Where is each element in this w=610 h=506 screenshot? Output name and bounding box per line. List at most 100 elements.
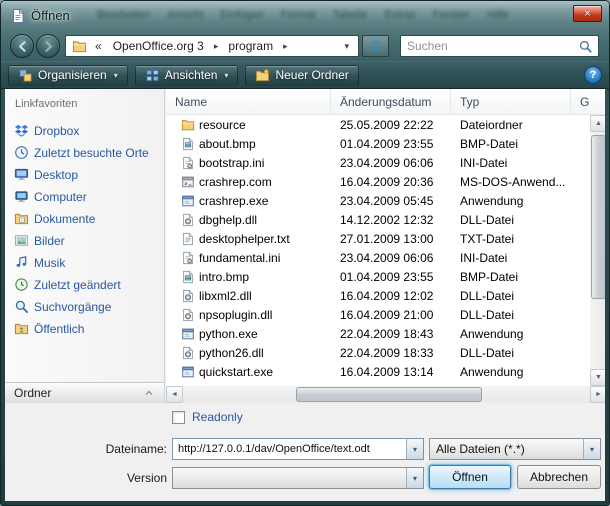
file-list: Name Änderungsdatum Typ G resource25.05.… — [166, 89, 607, 403]
horizontal-scroll-thumb[interactable] — [296, 387, 482, 402]
file-row-libxml2-dll[interactable]: libxml2.dll16.04.2009 12:02DLL-Datei — [166, 286, 590, 305]
file-row-resource[interactable]: resource25.05.2009 22:22Dateiordner — [166, 115, 590, 134]
breadcrumb-overflow-chevron[interactable]: « — [90, 39, 107, 53]
file-date: 01.04.2009 23:55 — [331, 270, 451, 284]
file-name-cell: bootstrap.ini — [166, 156, 331, 170]
sidebar-item-oeffentlich[interactable]: Öffentlich — [5, 318, 164, 340]
file-icon-com — [181, 175, 195, 189]
documents-icon — [14, 211, 29, 226]
sidebar-item-label: Zuletzt geändert — [34, 278, 121, 292]
breadcrumb-separator-icon[interactable]: ▸ — [210, 41, 223, 52]
computer-icon — [14, 189, 29, 204]
version-dropdown-icon[interactable]: ▾ — [406, 468, 423, 488]
file-row-fundamental-ini[interactable]: fundamental.ini 23.04.2009 06:06INI-Datei — [166, 248, 590, 267]
sidebar-item-bilder[interactable]: Bilder — [5, 230, 164, 252]
chevron-down-icon: ▾ — [224, 71, 228, 80]
back-button[interactable] — [10, 34, 34, 58]
close-icon: × — [584, 8, 590, 20]
file-type: Dateiordner — [451, 118, 571, 132]
file-date: 16.04.2009 13:14 — [331, 365, 451, 379]
breadcrumb-items: OpenOffice.org 3▸program▸ — [107, 39, 292, 53]
sidebar-item-desktop[interactable]: Desktop — [5, 164, 164, 186]
readonly-checkbox[interactable] — [172, 411, 185, 424]
scroll-left-button[interactable]: ◄ — [166, 386, 183, 403]
breadcrumb-item-program[interactable]: program — [222, 39, 279, 53]
file-name: resource — [199, 118, 246, 132]
column-header-date[interactable]: Änderungsdatum — [331, 89, 451, 114]
search-box[interactable] — [400, 35, 599, 57]
file-date: 22.04.2009 18:43 — [331, 327, 451, 341]
sidebar-item-musik[interactable]: Musik — [5, 252, 164, 274]
column-header-name[interactable]: Name — [166, 89, 331, 114]
views-label: Ansichten — [165, 68, 218, 82]
filename-dropdown-icon[interactable]: ▾ — [406, 439, 423, 459]
filename-combobox[interactable]: ▾ — [172, 438, 424, 460]
file-name: npsoplugin.dll — [199, 308, 272, 322]
file-row-quickstart-exe[interactable]: quickstart.exe16.04.2009 13:14Anwendung — [166, 362, 590, 381]
file-name-cell: desktophelper.txt — [166, 232, 331, 246]
file-row-crashrep-com[interactable]: crashrep.com16.04.2009 20:36MS-DOS-Anwen… — [166, 172, 590, 191]
help-button[interactable]: ? — [584, 66, 602, 84]
search-icon[interactable] — [578, 39, 593, 54]
public-icon — [14, 321, 29, 336]
filetype-dropdown[interactable]: Alle Dateien (*.*) ▾ — [429, 438, 601, 460]
open-dialog-window: Öffnen BearbeitenAnsichtEinfügenFormatTa… — [0, 0, 610, 506]
file-row-npsoplugin-dll[interactable]: npsoplugin.dll16.04.2009 21:00DLL-Datei — [166, 305, 590, 324]
file-type: INI-Datei — [451, 251, 571, 265]
sidebar-item-zuletzt-geaendert[interactable]: Zuletzt geändert — [5, 274, 164, 296]
file-name: about.bmp — [199, 137, 256, 151]
sidebar-item-dokumente[interactable]: Dokumente — [5, 208, 164, 230]
music-icon — [14, 255, 29, 270]
file-name: fundamental.ini — [199, 251, 280, 265]
version-dropdown[interactable]: ▾ — [172, 467, 424, 489]
sidebar: Linkfavoriten DropboxZuletzt besuchte Or… — [5, 89, 165, 403]
file-row-python-exe[interactable]: python.exe22.04.2009 18:43Anwendung — [166, 324, 590, 343]
file-date: 23.04.2009 06:06 — [331, 251, 451, 265]
window-icon — [10, 8, 26, 24]
file-row-dbghelp-dll[interactable]: dbghelp.dll14.12.2002 12:32DLL-Datei — [166, 210, 590, 229]
file-date: 27.01.2009 13:00 — [331, 232, 451, 246]
file-row-python26-dll[interactable]: python26.dll22.04.2009 18:33DLL-Datei — [166, 343, 590, 362]
file-icon-txt — [181, 232, 195, 246]
file-row-intro-bmp[interactable]: intro.bmp01.04.2009 23:55BMP-Datei — [166, 267, 590, 286]
file-type: TXT-Datei — [451, 232, 571, 246]
file-name: desktophelper.txt — [199, 232, 290, 246]
file-row-crashrep-exe[interactable]: crashrep.exe23.04.2009 05:45Anwendung — [166, 191, 590, 210]
sidebar-item-dropbox[interactable]: Dropbox — [5, 120, 164, 142]
column-header-size[interactable]: G — [571, 89, 607, 114]
recent-places-icon — [14, 145, 29, 160]
background-menu-item: Ansicht — [167, 9, 203, 21]
sidebar-item-zuletzt-besuchte-orte[interactable]: Zuletzt besuchte Orte — [5, 142, 164, 164]
titlebar[interactable]: Öffnen BearbeitenAnsichtEinfügenFormatTa… — [1, 1, 609, 31]
sidebar-item-suchvorgaenge[interactable]: Suchvorgänge — [5, 296, 164, 318]
horizontal-scrollbar[interactable]: ◄ ► — [166, 386, 607, 403]
close-button[interactable]: × — [573, 5, 602, 22]
open-button[interactable]: Öffnen — [429, 465, 511, 489]
dialog-footer: Readonly Dateiname: ▾ Alle Dateien (*.*)… — [5, 403, 607, 503]
views-button[interactable]: Ansichten ▾ — [135, 65, 239, 86]
sidebar-item-computer[interactable]: Computer — [5, 186, 164, 208]
breadcrumb-item-openoffice-org-3[interactable]: OpenOffice.org 3 — [107, 39, 210, 53]
vertical-scroll-thumb[interactable] — [591, 135, 606, 299]
breadcrumb[interactable]: « OpenOffice.org 3▸program▸ ▾ — [65, 35, 359, 57]
file-name: crashrep.com — [199, 175, 272, 189]
sidebar-item-label: Dokumente — [34, 212, 95, 226]
breadcrumb-dropdown-icon[interactable]: ▾ — [339, 41, 354, 52]
file-row-desktophelper-txt[interactable]: desktophelper.txt 27.01.2009 13:00TXT-Dat… — [166, 229, 590, 248]
filetype-dropdown-icon[interactable]: ▾ — [583, 439, 600, 459]
file-row-bootstrap-ini[interactable]: bootstrap.ini23.04.2009 06:06INI-Datei — [166, 153, 590, 172]
readonly-option: Readonly — [172, 410, 243, 424]
breadcrumb-separator-icon[interactable]: ▸ — [279, 41, 292, 52]
column-header-type[interactable]: Typ — [451, 89, 571, 114]
version-label: Version — [45, 471, 167, 485]
search-input[interactable] — [401, 39, 578, 53]
new-folder-button[interactable]: Neuer Ordner — [245, 65, 358, 86]
cancel-button[interactable]: Abbrechen — [517, 465, 601, 489]
filename-input[interactable] — [173, 443, 406, 455]
file-name-cell: crashrep.com — [166, 175, 331, 189]
file-row-about-bmp[interactable]: about.bmp01.04.2009 23:55BMP-Datei — [166, 134, 590, 153]
folders-expander[interactable]: Ordner — [5, 382, 164, 403]
organize-button[interactable]: Organisieren ▾ — [8, 65, 128, 86]
refresh-button[interactable] — [362, 35, 389, 57]
forward-button[interactable] — [36, 34, 60, 58]
